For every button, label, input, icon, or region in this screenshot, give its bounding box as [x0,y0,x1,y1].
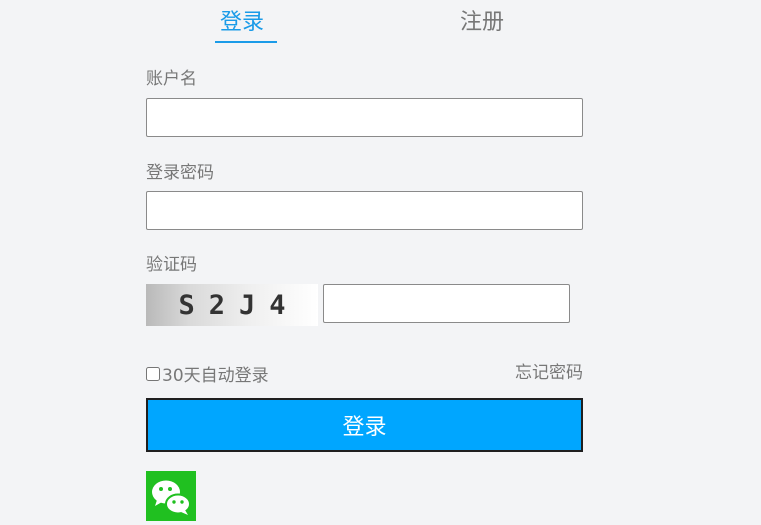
wechat-login-button[interactable] [146,471,196,521]
password-label: 登录密码 [146,163,214,183]
remember-me[interactable]: 30天自动登录 [146,361,269,386]
account-label: 账户名 [146,69,197,89]
account-input[interactable] [146,98,583,137]
remember-checkbox[interactable] [146,366,160,381]
active-tab-indicator [215,41,277,43]
wechat-icon [152,480,191,515]
captcha-input[interactable] [323,284,570,323]
captcha-text: S2J4 [178,289,300,321]
login-button[interactable]: 登录 [146,398,583,452]
captcha-label: 验证码 [146,255,197,275]
tab-login[interactable]: 登录 [220,8,264,38]
captcha-image[interactable]: S2J4 [146,284,318,326]
password-input[interactable] [146,191,583,230]
remember-label: 30天自动登录 [162,366,269,386]
forgot-password-link[interactable]: 忘记密码 [515,358,583,383]
tab-register[interactable]: 注册 [460,8,504,38]
